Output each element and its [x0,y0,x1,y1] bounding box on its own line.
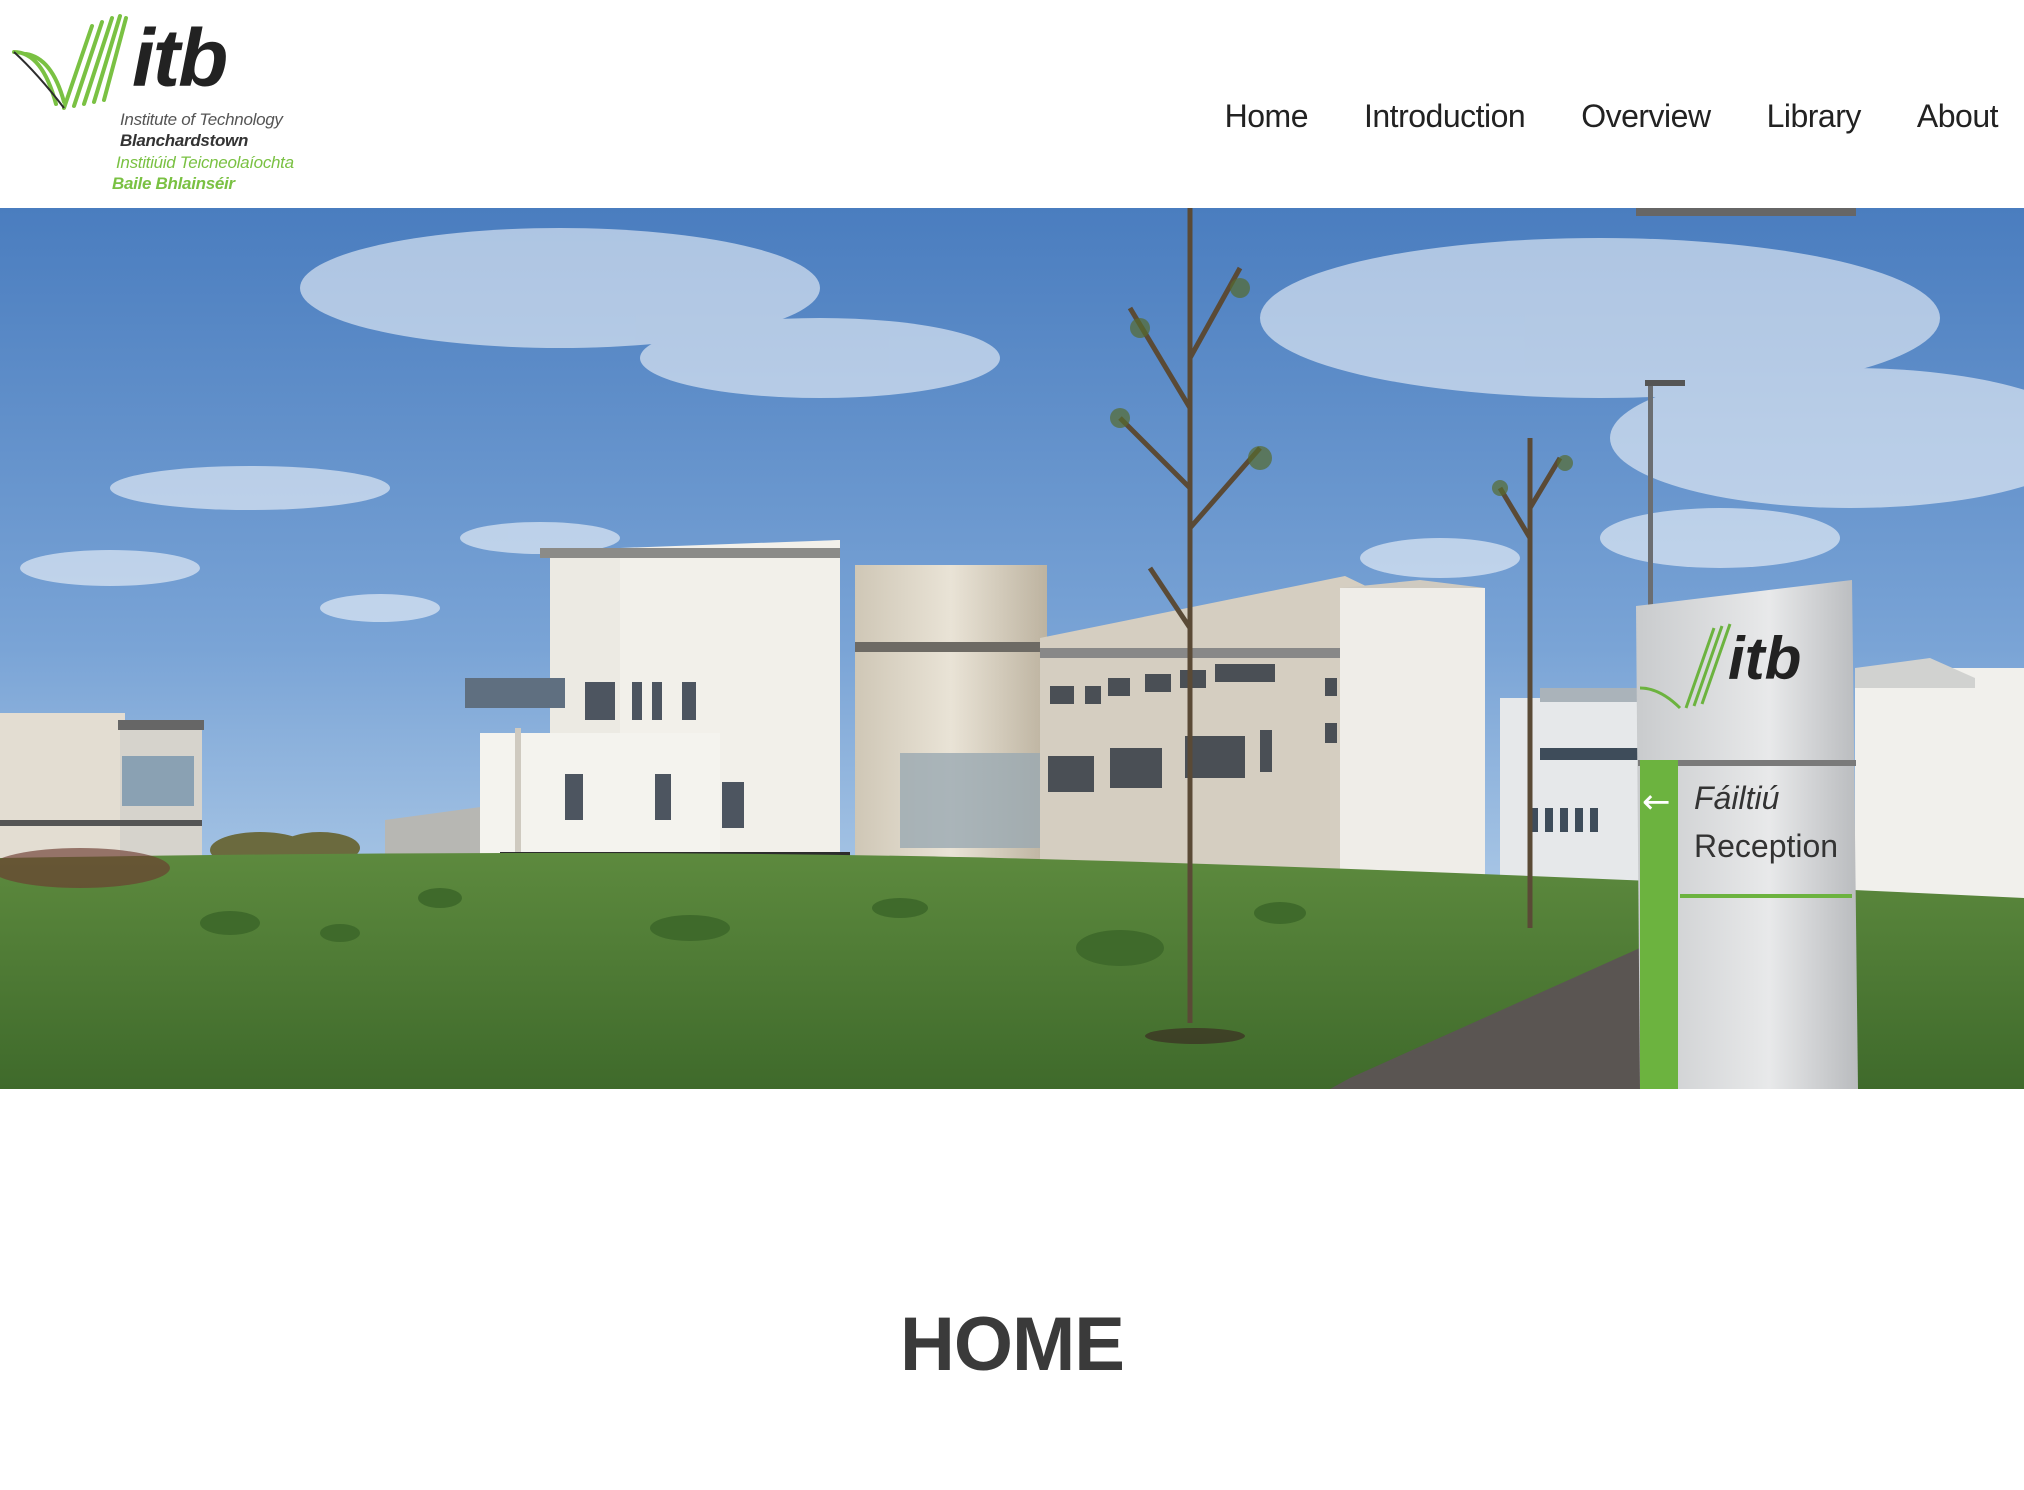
page-title: HOME [900,1302,1125,1387]
main-nav: Home Introduction Overview Library About [1169,96,1999,136]
sign-line-1: Fáiltiú [1694,780,1780,816]
nav-item-library[interactable]: Library [1767,96,1862,136]
hero-banner: itb ← Fáiltiú Reception [0,208,2024,1089]
logo-swoosh-icon [12,14,128,110]
nav-item-overview[interactable]: Overview [1581,96,1711,136]
site-logo[interactable]: itb Institute of Technology Blanchardsto… [12,12,294,200]
campus-photo [0,208,2024,1089]
logo-line-3: Institiúid Teicneolaíochta [116,153,294,172]
logo-line-4: Baile Bhlainséir [112,174,235,193]
nav-item-introduction[interactable]: Introduction [1364,96,1526,136]
site-header: itb Institute of Technology Blanchardsto… [0,0,2024,208]
sign-brand: itb [1728,625,1802,692]
sign-line-2: Reception [1694,828,1839,864]
logo-wordmark: itb [132,13,228,104]
logo-line-2: Blanchardstown [120,131,249,150]
nav-item-about[interactable]: About [1917,96,1999,136]
sign-arrow-icon: ← [1642,782,1671,822]
nav-item-home[interactable]: Home [1225,96,1309,136]
logo-line-1: Institute of Technology [120,110,283,129]
